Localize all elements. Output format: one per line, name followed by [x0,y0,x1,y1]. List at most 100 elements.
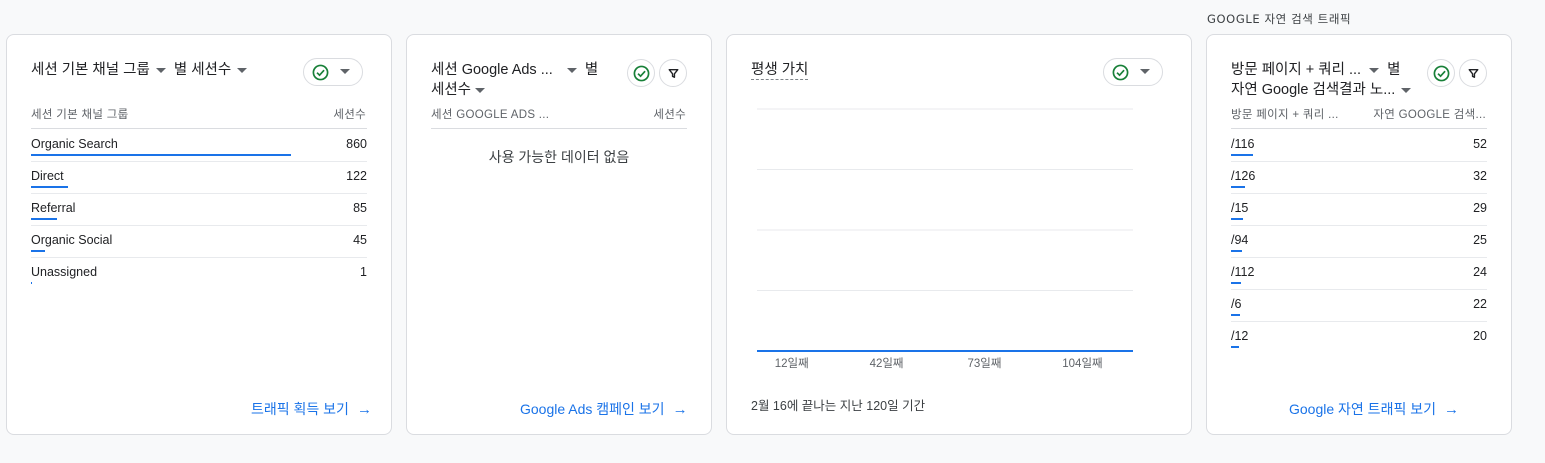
card-organic-search-traffic: 방문 페이지 + 쿼리 ... 별 자연 Google 검색결과 노... 방문… [1206,34,1512,435]
row-bar [31,218,57,220]
lifetime-value-chart: 12일째 42일째 73일째 104일째 [757,108,1133,370]
card-session-channel-group: 세션 기본 채널 그룹 별 세션수 세션 기본 채널 그룹 세션수 Organi… [6,34,392,435]
row-label[interactable]: /6 [1231,297,1241,311]
arrow-right-icon: → [1443,401,1459,418]
table-row[interactable]: /94 25 [1231,227,1487,259]
column-header-metric[interactable]: 자연 GOOGLE 검색... [1373,106,1486,122]
view-traffic-acquisition-link[interactable]: 트래픽 획득 보기 → [251,399,372,419]
row-bar [31,282,32,284]
row-value: 29 [1473,201,1487,215]
x-tick-label: 42일째 [870,356,904,370]
row-label[interactable]: Referral [31,201,75,215]
x-tick-label: 73일째 [968,356,1002,370]
caret-down-icon[interactable] [155,67,166,73]
view-google-organic-traffic-link[interactable]: Google 자연 트래픽 보기 → [1289,399,1459,419]
row-bar [1231,282,1242,284]
row-label[interactable]: /15 [1231,201,1248,215]
filter-icon [668,69,679,78]
row-divider [1231,289,1487,290]
row-label[interactable]: Organic Search [31,137,118,151]
title-suffix: 별 [584,62,599,78]
column-header-dimension[interactable]: 세션 GOOGLE ADS ... [431,106,549,122]
row-value: 24 [1473,265,1487,279]
row-bar [1231,314,1241,316]
column-header-dimension[interactable]: 방문 페이지 + 쿼리 ... [1231,106,1339,122]
header-divider [31,128,367,129]
row-label[interactable]: /116 [1231,137,1254,151]
filter-icon [1468,69,1479,78]
caret-down-icon[interactable] [1369,67,1380,73]
row-value: 1 [360,265,367,279]
arrow-right-icon: → [672,401,688,418]
row-value: 45 [353,233,367,247]
row-value: 52 [1473,137,1487,151]
row-divider [31,161,367,162]
column-header-dimension[interactable]: 세션 기본 채널 그룹 [31,106,129,122]
card-title: 세션 기본 채널 그룹 별 세션수 [31,60,251,80]
title-dimension[interactable]: 세션 기본 채널 그룹 [31,62,150,78]
row-value: 122 [346,169,367,183]
table-row[interactable]: /12 20 [1231,323,1487,355]
filter-button[interactable] [659,59,687,87]
title-metric[interactable]: 별 세션수 [174,62,231,78]
table-row[interactable]: /116 52 [1231,131,1487,163]
row-value: 860 [346,137,367,151]
header-divider [431,128,687,129]
row-value: 22 [1473,297,1487,311]
row-bar [31,186,68,188]
row-label[interactable]: Organic Social [31,233,112,247]
card-lifetime-value: 평생 가치 12일째 42일째 73일째 104일째 2월 16에 끝나는 지난 12… [726,34,1192,435]
row-bar [1231,218,1244,220]
table-row[interactable]: Organic Social 45 [31,227,367,259]
row-label[interactable]: /94 [1231,233,1248,247]
row-divider [1231,225,1487,226]
title-dimension[interactable]: 방문 페이지 + 쿼리 ... [1231,62,1361,78]
x-tick-label: 12일째 [775,356,809,370]
compare-button[interactable] [627,59,655,87]
row-label[interactable]: /12 [1231,329,1248,343]
caret-down-icon[interactable] [566,67,577,73]
table-row[interactable]: Direct 122 [31,163,367,195]
row-label[interactable]: /112 [1231,265,1254,279]
check-circle-icon [1433,65,1450,82]
row-divider [31,257,367,258]
row-label[interactable]: /126 [1231,169,1255,183]
row-divider [1231,193,1487,194]
row-value: 20 [1473,329,1487,343]
column-header-metric[interactable]: 세션수 [653,106,686,122]
row-divider [1231,257,1487,258]
table-row[interactable]: /6 22 [1231,291,1487,323]
row-bar [1231,186,1245,188]
no-data-message: 사용 가능한 데이터 없음 [488,149,630,165]
table-row[interactable]: /112 24 [1231,259,1487,291]
arrow-right-icon: → [356,401,372,418]
title-dimension[interactable]: 세션 Google Ads ... [431,62,553,78]
title-metric[interactable]: 세션수 [431,82,471,98]
card-title: 세션 Google Ads ... 별 세션수 [431,60,611,100]
compare-toggle-button[interactable] [303,58,363,86]
row-divider [1231,161,1487,162]
table-row[interactable]: Unassigned 1 [31,259,367,291]
view-google-ads-campaigns-link[interactable]: Google Ads 캠페인 보기 → [520,399,688,419]
caret-down-icon[interactable] [237,67,248,73]
caret-down-icon[interactable] [1401,87,1412,93]
table-row[interactable]: Referral 85 [31,195,367,227]
row-divider [31,225,367,226]
title-metric[interactable]: 자연 Google 검색결과 노... [1231,82,1395,98]
compare-button[interactable] [1427,59,1455,87]
card-title: 방문 페이지 + 쿼리 ... 별 자연 Google 검색결과 노... [1231,60,1421,100]
row-bar [1231,250,1242,252]
row-label[interactable]: Unassigned [31,265,97,279]
row-value: 25 [1473,233,1487,247]
date-range-footnote: 2월 16에 끝나는 지난 120일 기간 [751,399,926,413]
x-tick-label: 104일째 [1062,356,1102,370]
table-row[interactable]: /126 32 [1231,163,1487,195]
table-row[interactable]: /15 29 [1231,195,1487,227]
caret-down-icon[interactable] [475,87,486,93]
card-google-ads: 세션 Google Ads ... 별 세션수 세션 GOOGLE ADS ..… [406,34,712,435]
table-row[interactable]: Organic Search 860 [31,131,367,163]
filter-button[interactable] [1459,59,1487,87]
column-header-metric[interactable]: 세션수 [333,106,366,122]
section-label: GOOGLE 자연 검색 트래픽 [1207,12,1352,26]
row-label[interactable]: Direct [31,169,64,183]
